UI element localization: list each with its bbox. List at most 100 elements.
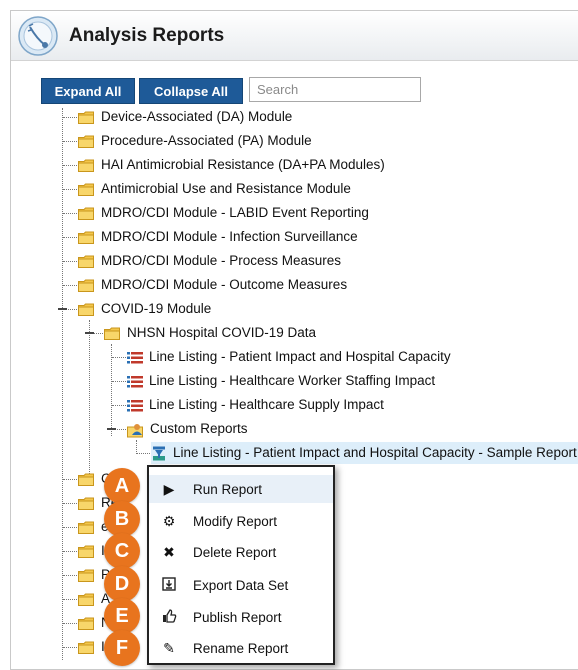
menu-item-label: Run Report [193,481,263,497]
tree-folder-hidden-3[interactable]: I [78,540,105,562]
line-listing-icon [127,398,143,412]
menu-item-label: Export Data Set [193,577,289,593]
tree-folder-7[interactable]: MDRO/CDI Module - Outcome Measures [78,274,347,296]
collapse-toggle-icon[interactable] [85,332,94,334]
tree-folder-5[interactable]: MDRO/CDI Module - Infection Surveillance [78,226,358,248]
callout-badge-f: F [104,630,140,666]
page-title: Analysis Reports [69,25,225,46]
tree-connector [63,141,77,142]
folder-icon [78,521,94,534]
tree-folder-nhsn-covid[interactable]: NHSN Hospital COVID-19 Data [104,322,316,344]
tree-node-label: MDRO/CDI Module - LABID Event Reporting [101,205,369,220]
nhsn-logo-icon [17,15,59,57]
line-listing-icon [127,374,143,388]
tree-line-listing-1[interactable]: Line Listing - Healthcare Worker Staffin… [127,370,435,392]
folder-icon [78,497,94,510]
tree-folder-custom-reports[interactable]: Custom Reports [127,418,248,440]
tree-connector [63,647,77,648]
tree-connector [63,285,77,286]
tree-folder-6[interactable]: MDRO/CDI Module - Process Measures [78,250,341,272]
tree-node-label: MDRO/CDI Module - Infection Surveillance [101,229,358,244]
folder-icon [78,593,94,606]
menu-item-delete-report[interactable]: ✖ Delete Report [149,538,333,566]
tree-connector [137,453,150,454]
user-folder-icon [127,423,143,437]
tree-folder-8[interactable]: COVID-19 Module [78,298,211,320]
tree-line-listing-2[interactable]: Line Listing - Healthcare Supply Impact [127,394,384,416]
menu-item-label: Publish Report [193,609,282,625]
tree-node-label: MDRO/CDI Module - Process Measures [101,253,342,268]
menu-item-label: Modify Report [193,513,278,529]
menu-item-rename-report[interactable]: ✎ Rename Report [149,634,333,662]
folder-icon [78,545,94,558]
custom-report-icon [151,446,167,461]
folder-icon [78,569,94,582]
tree-connector [63,213,77,214]
pencil-icon: ✎ [163,639,175,656]
folder-icon [78,255,94,268]
folder-icon [78,135,94,148]
callout-badge-d: D [104,566,140,602]
tree-node-label: Line Listing - Healthcare Supply Impact [149,397,384,412]
folder-icon [78,207,94,220]
tree-node-label: MDRO/CDI Module - Outcome Measures [101,277,348,292]
tree-folder-3[interactable]: Antimicrobial Use and Resistance Module [78,178,351,200]
report-context-menu: ▶ Run Report ⚙ Modify Report ✖ Delete Re… [147,465,335,665]
search-input[interactable] [249,77,421,102]
tree-connector [63,527,77,528]
tree-node-label: COVID-19 Module [101,301,212,316]
tree-node-label: NHSN Hospital COVID-19 Data [127,325,317,340]
menu-item-run-report[interactable]: ▶ Run Report [149,475,333,503]
tree-connector [112,381,126,382]
tree-connector [63,551,77,552]
export-icon [159,576,179,594]
tree-node-label: HAI Antimicrobial Resistance (DA+PA Modu… [101,157,385,172]
folder-icon [78,159,94,172]
tree-line-root [62,108,63,660]
tree-folder-4[interactable]: MDRO/CDI Module - LABID Event Reporting [78,202,369,224]
menu-item-publish-report[interactable]: Publish Report [149,603,333,631]
tree-folder-2[interactable]: HAI Antimicrobial Resistance (DA+PA Modu… [78,154,385,176]
folder-icon [78,641,94,654]
folder-icon [78,473,94,486]
tree-node-label: Antimicrobial Use and Resistance Module [101,181,351,196]
folder-icon [78,111,94,124]
callout-badge-a: A [104,468,140,504]
tree-connector [63,261,77,262]
tree-report-selected[interactable]: Line Listing - Patient Impact and Hospit… [151,442,578,464]
menu-item-export-data-set[interactable]: Export Data Set [149,571,333,599]
tree-line-listing-0[interactable]: Line Listing - Patient Impact and Hospit… [127,346,451,368]
tree-connector [112,357,126,358]
collapse-toggle-icon[interactable] [58,308,67,310]
gear-icon: ⚙ [162,512,176,529]
tree-connector [63,599,77,600]
tree-connector [63,503,77,504]
tree-folder-hidden-7[interactable]: I [78,636,105,658]
tree-folder-1[interactable]: Procedure-Associated (PA) Module [78,130,312,152]
folder-icon [104,327,120,340]
folder-icon [78,231,94,244]
collapse-toggle-icon[interactable] [107,428,116,430]
callout-badge-e: E [104,598,140,634]
folder-icon [78,183,94,196]
tree-folder-0[interactable]: Device-Associated (DA) Module [78,106,292,128]
tree-node-label: Line Listing - Patient Impact and Hospit… [149,349,451,364]
tree-connector [63,237,77,238]
folder-icon [78,279,94,292]
tree-node-label: Line Listing - Patient Impact and Hospit… [173,445,577,460]
panel-header: Analysis Reports [11,11,578,61]
thumbs-up-icon [159,608,179,626]
folder-icon [78,303,94,316]
folder-icon [78,617,94,630]
tree-node-label: Custom Reports [150,421,248,436]
tree-connector [63,117,77,118]
collapse-all-button[interactable]: Collapse All [139,78,243,104]
tree-connector [63,165,77,166]
x-icon: ✖ [163,543,175,560]
menu-item-modify-report[interactable]: ⚙ Modify Report [149,507,333,535]
tree-node-label: Device-Associated (DA) Module [101,109,293,124]
menu-item-label: Delete Report [193,544,277,560]
line-listing-icon [127,350,143,364]
expand-all-button[interactable]: Expand All [41,78,135,104]
tree-node-label: Line Listing - Healthcare Worker Staffin… [149,373,436,388]
